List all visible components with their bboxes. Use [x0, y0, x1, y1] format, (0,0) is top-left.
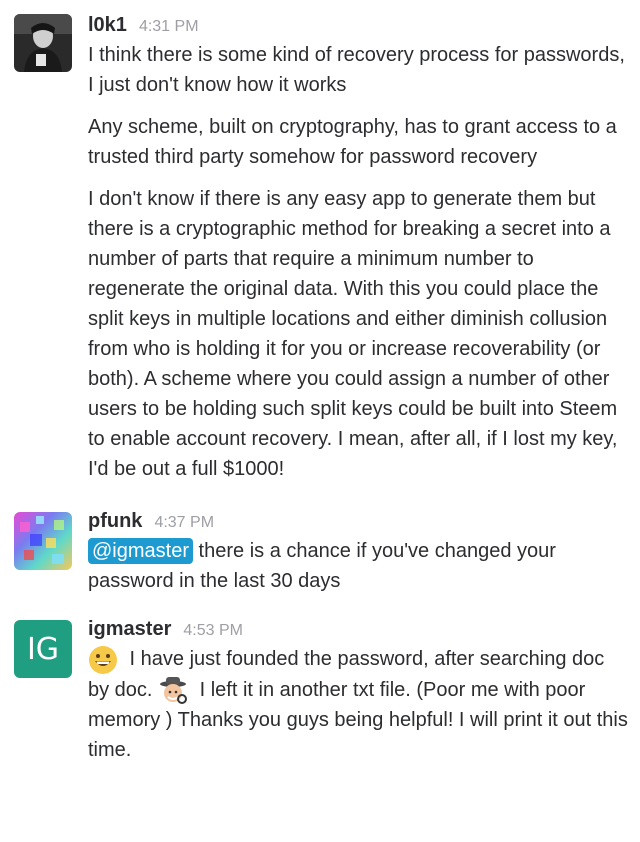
- timestamp[interactable]: 4:53 PM: [183, 622, 243, 640]
- message-header: l0k1 4:31 PM: [88, 14, 628, 40]
- message-text: @igmaster there is a chance if you've ch…: [88, 536, 628, 596]
- timestamp[interactable]: 4:31 PM: [139, 18, 199, 36]
- message-group: IG igmaster 4:53 PM I have just founded …: [0, 596, 640, 765]
- message-header: igmaster 4:53 PM: [88, 618, 628, 644]
- user-photo-icon: [14, 14, 72, 72]
- author-name[interactable]: l0k1: [88, 14, 127, 37]
- avatar[interactable]: [14, 14, 72, 72]
- message-group: l0k1 4:31 PM I think there is some kind …: [0, 0, 640, 484]
- user-mention[interactable]: @igmaster: [88, 538, 193, 564]
- author-name[interactable]: igmaster: [88, 618, 171, 641]
- grinning-face-emoji-icon: [89, 645, 117, 674]
- message-text: I think there is some kind of recovery p…: [88, 44, 625, 96]
- detective-emoji-icon: [160, 677, 188, 705]
- message-text: I don't know if there is any easy app to…: [88, 188, 618, 480]
- avatar[interactable]: IG: [14, 620, 72, 678]
- message-feed: l0k1 4:31 PM I think there is some kind …: [0, 0, 640, 842]
- message-group: pfunk 4:37 PM @igmaster there is a chanc…: [0, 484, 640, 596]
- message-text: Any scheme, built on cryptography, has t…: [88, 116, 617, 168]
- author-name[interactable]: pfunk: [88, 510, 142, 533]
- message-header: pfunk 4:37 PM: [88, 510, 628, 536]
- timestamp[interactable]: 4:37 PM: [154, 514, 214, 532]
- message-text: I have just founded the password, after …: [88, 644, 628, 765]
- avatar[interactable]: [14, 512, 72, 570]
- pixel-avatar-icon: [14, 512, 72, 570]
